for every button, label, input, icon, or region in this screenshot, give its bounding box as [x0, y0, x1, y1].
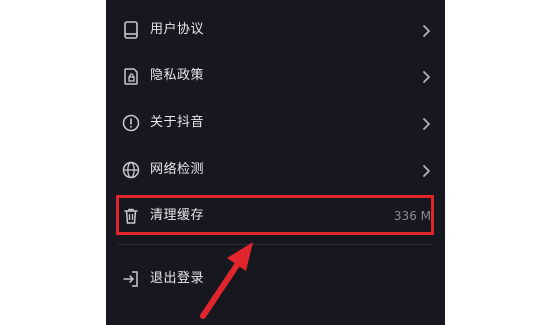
menu-item-label: 退出登录	[150, 271, 205, 286]
document-icon	[122, 21, 140, 39]
menu-item-label: 关于抖音	[150, 115, 205, 130]
divider	[118, 244, 433, 245]
menu-item-label: 隐私政策	[150, 68, 205, 83]
chevron-right-icon	[419, 163, 433, 177]
trash-icon	[122, 207, 140, 225]
cache-size-value: 336 M	[393, 209, 431, 223]
menu-item-logout[interactable]: 退出登录	[106, 257, 445, 301]
menu-item-label: 网络检测	[150, 162, 205, 177]
menu-item-privacy-policy[interactable]: 隐私政策	[106, 54, 445, 98]
settings-panel: 用户协议 隐私政策 关于抖音 网络检测 清理缓存 336 M 退出登录	[106, 0, 445, 325]
menu-item-label: 清理缓存	[150, 208, 205, 223]
menu-item-label: 用户协议	[150, 22, 205, 37]
info-icon	[122, 114, 140, 132]
chevron-right-icon	[419, 69, 433, 83]
lock-icon	[122, 67, 140, 85]
menu-item-network-check[interactable]: 网络检测	[106, 148, 445, 192]
menu-item-clear-cache[interactable]: 清理缓存 336 M	[106, 194, 445, 238]
chevron-right-icon	[419, 116, 433, 130]
menu-item-user-agreement[interactable]: 用户协议	[106, 8, 445, 52]
chevron-right-icon	[419, 23, 433, 37]
globe-icon	[122, 161, 140, 179]
menu-item-about[interactable]: 关于抖音	[106, 101, 445, 145]
logout-icon	[122, 270, 140, 288]
